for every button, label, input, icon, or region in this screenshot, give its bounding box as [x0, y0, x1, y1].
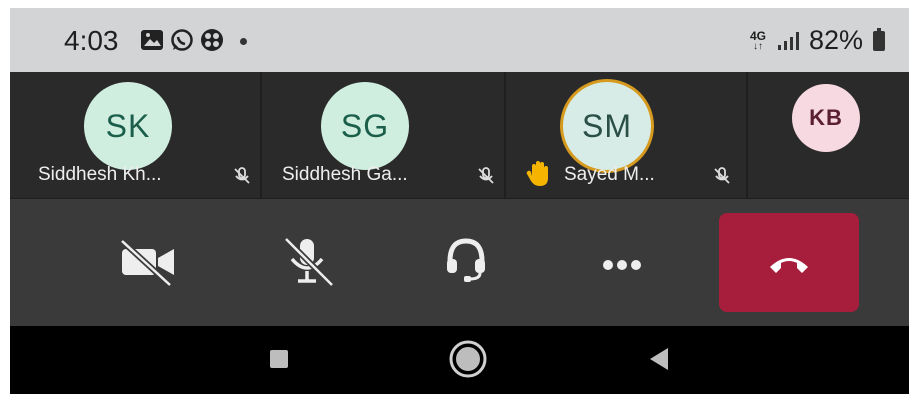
participants-strip[interactable]: SK Siddhesh Kh... SG Siddhesh Ga... SM S… — [10, 72, 909, 199]
phone-screen: 4:03 4G ↓↑ 82% SK Siddhesh Kh... SG Sidd… — [10, 8, 909, 394]
notification-dot — [240, 37, 247, 45]
headset-icon[interactable] — [444, 235, 488, 283]
more-icon[interactable] — [600, 243, 644, 287]
avatar: SG — [321, 82, 409, 170]
network-type-indicator: 4G ↓↑ — [749, 28, 766, 52]
signal-icon — [777, 31, 799, 50]
data-arrows-icon: ↓↑ — [752, 40, 763, 52]
participant-tile[interactable]: SK Siddhesh Kh... — [10, 72, 260, 198]
participant-tile[interactable]: KB — [748, 72, 909, 198]
avatar: SM — [563, 82, 651, 170]
gallery-icon — [141, 30, 163, 50]
participant-name: Siddhesh Ga... — [282, 164, 408, 185]
avatar: SK — [84, 82, 172, 170]
participant-tile-active[interactable]: SM Sayed M... — [506, 72, 746, 198]
battery-icon — [873, 27, 885, 51]
raised-hand-icon — [526, 161, 548, 186]
home-button-icon[interactable] — [448, 339, 488, 379]
end-call-button[interactable] — [719, 213, 859, 312]
back-button-icon[interactable] — [646, 346, 672, 372]
status-time: 4:03 — [64, 25, 119, 56]
participant-name: Sayed M... — [564, 164, 655, 185]
mic-muted-icon — [714, 167, 730, 184]
mic-muted-icon — [234, 167, 250, 184]
status-bar: 4:03 4G ↓↑ 82% — [10, 8, 909, 72]
battery-percent: 82% — [808, 25, 863, 55]
avatar: KB — [792, 84, 860, 152]
mic-off-icon[interactable] — [278, 235, 338, 289]
participant-tile[interactable]: SG Siddhesh Ga... — [262, 72, 504, 198]
call-controls — [10, 199, 909, 326]
end-call-icon — [770, 257, 808, 273]
camera-off-icon[interactable] — [118, 237, 178, 287]
recents-button-icon[interactable] — [268, 348, 290, 370]
participant-name: Siddhesh Kh... — [38, 164, 162, 185]
app-icon — [201, 29, 223, 51]
navigation-bar — [10, 326, 909, 394]
mic-muted-icon — [478, 167, 494, 184]
whatsapp-icon — [171, 29, 193, 51]
